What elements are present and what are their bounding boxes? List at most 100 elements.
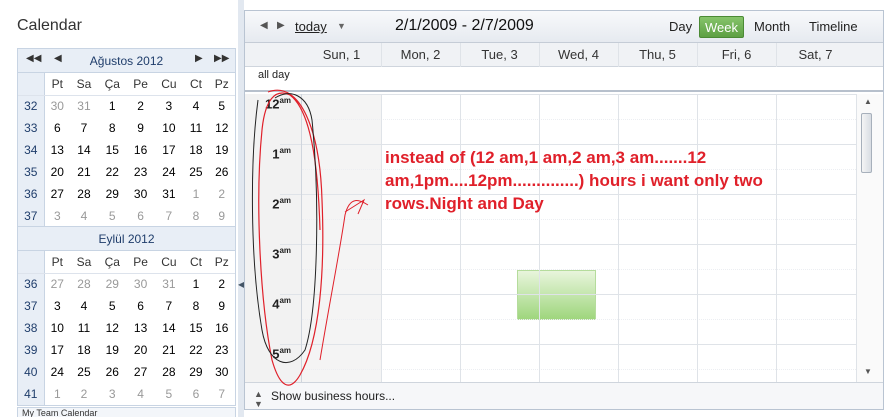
next-month-icon[interactable]: ▶: [195, 53, 203, 64]
day-cell[interactable]: 26: [98, 361, 127, 383]
day-cell[interactable]: 2: [209, 183, 235, 205]
day-cell[interactable]: 4: [70, 205, 98, 227]
day-cell[interactable]: 2: [70, 383, 98, 405]
day-cell[interactable]: 17: [154, 139, 183, 161]
day-cell[interactable]: 22: [98, 161, 127, 183]
day-cell[interactable]: 14: [154, 317, 183, 339]
day-cell[interactable]: 21: [154, 339, 183, 361]
day-header[interactable]: Thu, 5: [618, 47, 697, 62]
day-cell[interactable]: 6: [183, 383, 208, 405]
day-cell[interactable]: 29: [98, 273, 127, 295]
day-cell[interactable]: 25: [183, 161, 208, 183]
day-cell[interactable]: 18: [183, 139, 208, 161]
day-cell[interactable]: 10: [44, 317, 70, 339]
today-button[interactable]: today: [295, 19, 327, 34]
day-cell[interactable]: 5: [98, 295, 127, 317]
day-cell[interactable]: 4: [127, 383, 155, 405]
day-header[interactable]: Tue, 3: [460, 47, 539, 62]
day-cell[interactable]: 10: [154, 117, 183, 139]
day-cell[interactable]: 28: [70, 183, 98, 205]
scroll-up-icon[interactable]: ▲: [864, 97, 872, 106]
day-cell[interactable]: 11: [183, 117, 208, 139]
view-day-button[interactable]: Day: [664, 16, 697, 38]
day-cell[interactable]: 6: [127, 295, 155, 317]
day-cell[interactable]: 15: [183, 317, 208, 339]
day-cell[interactable]: 13: [44, 139, 70, 161]
day-cell[interactable]: 31: [70, 95, 98, 117]
day-cell[interactable]: 27: [127, 361, 155, 383]
day-cell[interactable]: 29: [183, 361, 208, 383]
day-cell[interactable]: 26: [209, 161, 235, 183]
day-cell[interactable]: 30: [127, 183, 155, 205]
day-cell[interactable]: 5: [209, 95, 235, 117]
day-cell[interactable]: 1: [44, 383, 70, 405]
day-cell[interactable]: 14: [70, 139, 98, 161]
prev-week-icon[interactable]: ◀: [260, 20, 268, 31]
time-slot-grid[interactable]: [302, 94, 856, 382]
view-timeline-button[interactable]: Timeline: [804, 16, 863, 38]
day-cell[interactable]: 27: [44, 183, 70, 205]
day-cell[interactable]: 19: [209, 139, 235, 161]
day-cell[interactable]: 12: [98, 317, 127, 339]
day-cell[interactable]: 7: [70, 117, 98, 139]
day-cell[interactable]: 1: [183, 273, 208, 295]
day-cell[interactable]: 6: [44, 117, 70, 139]
all-day-row[interactable]: all day: [245, 67, 883, 92]
day-cell[interactable]: 3: [154, 95, 183, 117]
day-cell[interactable]: 11: [70, 317, 98, 339]
appointment-block[interactable]: [517, 270, 596, 320]
day-cell[interactable]: 27: [44, 273, 70, 295]
day-cell[interactable]: 9: [127, 117, 155, 139]
day-cell[interactable]: 21: [70, 161, 98, 183]
day-cell[interactable]: 24: [44, 361, 70, 383]
day-cell[interactable]: 5: [98, 205, 127, 227]
day-cell[interactable]: 1: [183, 183, 208, 205]
show-business-hours-link[interactable]: Show business hours...: [271, 389, 395, 403]
day-cell[interactable]: 29: [98, 183, 127, 205]
day-cell[interactable]: 4: [183, 95, 208, 117]
day-cell[interactable]: 8: [183, 205, 208, 227]
day-cell[interactable]: 12: [209, 117, 235, 139]
day-cell[interactable]: 3: [98, 383, 127, 405]
day-header[interactable]: Wed, 4: [539, 47, 618, 62]
day-cell[interactable]: 22: [183, 339, 208, 361]
day-cell[interactable]: 31: [154, 183, 183, 205]
day-cell[interactable]: 4: [70, 295, 98, 317]
day-cell[interactable]: 15: [98, 139, 127, 161]
day-cell[interactable]: 30: [44, 95, 70, 117]
day-header[interactable]: Fri, 6: [697, 47, 776, 62]
day-header[interactable]: Sun, 1: [302, 47, 381, 62]
day-cell[interactable]: 30: [209, 361, 235, 383]
day-header[interactable]: Mon, 2: [381, 47, 460, 62]
day-cell[interactable]: 1: [98, 95, 127, 117]
chevron-down-icon[interactable]: ▼: [337, 21, 346, 31]
next-week-icon[interactable]: ▶: [277, 20, 285, 31]
my-team-calendar-panel[interactable]: My Team Calendar: [17, 407, 236, 417]
day-cell[interactable]: 3: [44, 295, 70, 317]
day-cell[interactable]: 7: [154, 295, 183, 317]
day-cell[interactable]: 23: [127, 161, 155, 183]
day-cell[interactable]: 28: [154, 361, 183, 383]
day-cell[interactable]: 7: [209, 383, 235, 405]
vertical-scrollbar[interactable]: ▲ ▼: [856, 94, 883, 382]
day-cell[interactable]: 28: [70, 273, 98, 295]
day-cell[interactable]: 31: [154, 273, 183, 295]
day-cell[interactable]: 24: [154, 161, 183, 183]
day-cell[interactable]: 17: [44, 339, 70, 361]
day-cell[interactable]: 8: [183, 295, 208, 317]
view-week-button[interactable]: Week: [699, 16, 744, 38]
scroll-down-icon[interactable]: ▼: [864, 367, 872, 376]
day-cell[interactable]: 20: [44, 161, 70, 183]
expand-collapse-icon[interactable]: ▲ ▼: [254, 389, 263, 409]
day-cell[interactable]: 9: [209, 205, 235, 227]
day-cell[interactable]: 16: [127, 139, 155, 161]
day-cell[interactable]: 30: [127, 273, 155, 295]
day-cell[interactable]: 9: [209, 295, 235, 317]
view-month-button[interactable]: Month: [749, 16, 795, 38]
day-cell[interactable]: 7: [154, 205, 183, 227]
day-cell[interactable]: 18: [70, 339, 98, 361]
day-cell[interactable]: 25: [70, 361, 98, 383]
day-cell[interactable]: 16: [209, 317, 235, 339]
day-cell[interactable]: 19: [98, 339, 127, 361]
day-cell[interactable]: 13: [127, 317, 155, 339]
